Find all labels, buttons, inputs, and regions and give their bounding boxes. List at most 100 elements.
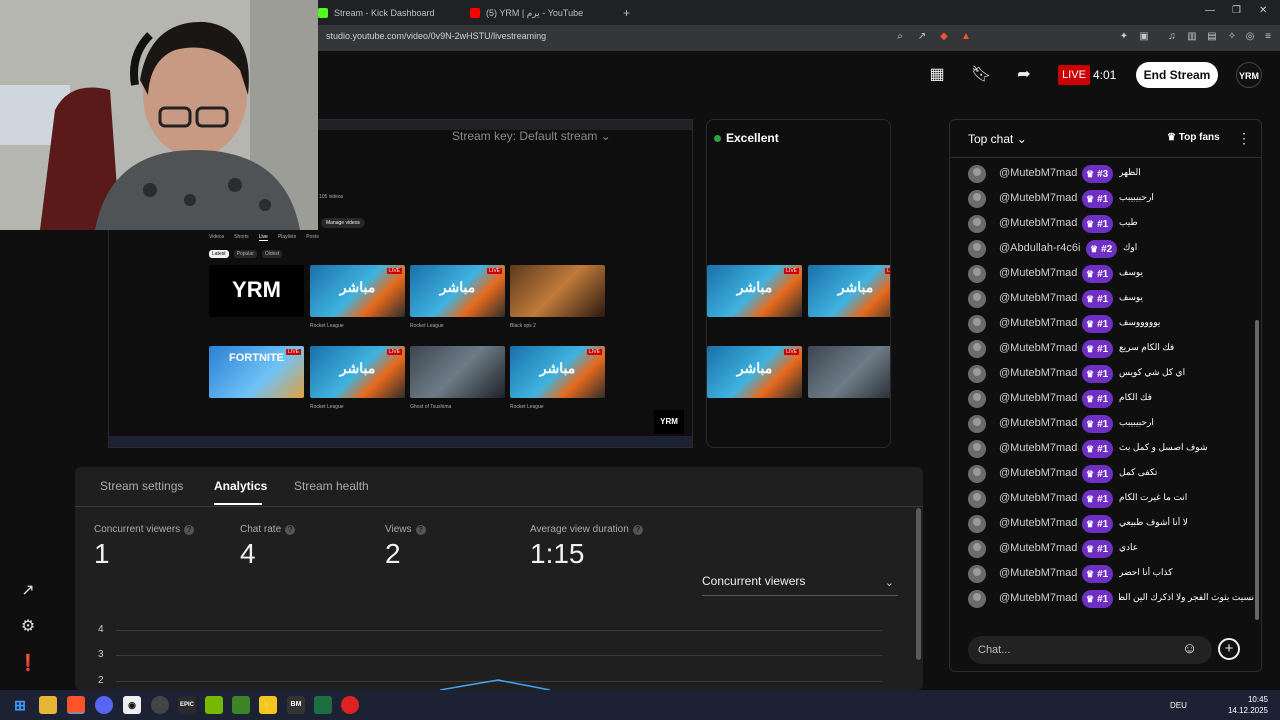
user-avatar[interactable] <box>968 540 986 558</box>
sidebar-icon[interactable]: ▥ <box>1186 31 1198 43</box>
minecraft-icon[interactable] <box>232 696 250 714</box>
chat-message[interactable]: @MutebM7mad ♛ #1 نسيت بثوث الفجر ولا اذكرك … <box>968 587 1258 611</box>
zoom-icon[interactable]: ⌕ <box>894 31 906 43</box>
leo-ai-icon[interactable]: ✧ <box>1226 31 1238 43</box>
file-explorer-icon[interactable] <box>39 696 57 714</box>
chat-message[interactable]: @MutebM7mad ♛ #1 يوسف <box>968 262 1258 286</box>
discord-icon[interactable] <box>95 696 113 714</box>
keyboard-language[interactable]: DEU <box>1170 701 1187 710</box>
emoji-icon[interactable]: ☺ <box>1182 640 1197 657</box>
chat-author[interactable]: @MutebM7mad <box>999 317 1077 329</box>
help-icon[interactable]: ? <box>285 524 296 535</box>
chat-author[interactable]: @MutebM7mad <box>999 167 1077 179</box>
end-stream-button[interactable]: End Stream <box>1136 62 1218 88</box>
user-avatar[interactable] <box>968 390 986 408</box>
help-icon[interactable]: ? <box>415 524 426 535</box>
chat-author[interactable]: @Abdullah-r4c6i <box>999 242 1081 254</box>
music-icon[interactable]: ♫ <box>1166 31 1178 43</box>
settings-gear-icon[interactable]: ⚙ <box>18 617 38 637</box>
chat-message[interactable]: @MutebM7mad ♛ #1 انت ما غيرت الكام <box>968 487 1258 511</box>
chat-author[interactable]: @MutebM7mad <box>999 492 1077 504</box>
user-avatar[interactable] <box>968 440 986 458</box>
maximize-button[interactable]: ❐ <box>1232 5 1241 16</box>
chat-author[interactable]: @MutebM7mad <box>999 367 1077 379</box>
user-avatar[interactable] <box>968 240 986 258</box>
bookmark-icon[interactable]: 🔖︎ <box>971 66 991 84</box>
chat-message[interactable]: @MutebM7mad ♛ #1 فك الكام <box>968 387 1258 411</box>
chat-author[interactable]: @MutebM7mad <box>999 517 1077 529</box>
chat-message[interactable]: @MutebM7mad ♛ #1 شوف اصسل و كمل بث <box>968 437 1258 461</box>
extensions-icon[interactable]: ✦ <box>1118 31 1130 43</box>
tab-stream-settings[interactable]: Stream settings <box>100 479 183 493</box>
user-avatar[interactable] <box>968 265 986 283</box>
chat-scrollbar[interactable] <box>1255 320 1259 620</box>
chat-message[interactable]: @MutebM7mad ♛ #1 ارحبيبيبب <box>968 412 1258 436</box>
chat-author[interactable]: @MutebM7mad <box>999 467 1077 479</box>
user-avatar[interactable] <box>968 315 986 333</box>
minimize-button[interactable]: — <box>1205 5 1215 16</box>
tab-kick-dashboard[interactable]: Stream - Kick Dashboard <box>318 4 435 22</box>
user-avatar[interactable] <box>968 190 986 208</box>
chat-message[interactable]: @MutebM7mad ♛ #1 لا أنا أشوف طبيعي <box>968 512 1258 536</box>
clock-date[interactable]: 14.12.2025 <box>1220 706 1268 715</box>
chat-author[interactable]: @MutebM7mad <box>999 592 1077 604</box>
chat-message[interactable]: @MutebM7mad ♛ #1 عادي <box>968 537 1258 561</box>
user-avatar[interactable] <box>968 590 986 608</box>
add-icon[interactable]: + <box>1218 638 1240 660</box>
chat-message[interactable]: @Abdullah-r4c6i ♛ #2 اوك <box>968 237 1258 261</box>
excel-icon[interactable] <box>314 696 332 714</box>
share-icon[interactable]: ↗ <box>916 31 928 43</box>
brave-rewards-icon[interactable]: ▲ <box>960 31 972 43</box>
windows-start-icon[interactable]: ⊞ <box>11 696 29 714</box>
tab-analytics[interactable]: Analytics <box>214 479 267 493</box>
vpn-icon[interactable]: ◎ <box>1244 31 1256 43</box>
chat-input[interactable]: Chat... <box>968 636 1212 664</box>
panel-scrollbar[interactable] <box>916 508 921 660</box>
clock-time[interactable]: 10:45 <box>1232 695 1268 704</box>
user-avatar[interactable] <box>968 515 986 533</box>
clips-icon[interactable]: ▦ <box>927 66 947 84</box>
chat-message[interactable]: @MutebM7mad ♛ #1 طيب <box>968 212 1258 236</box>
close-window-button[interactable]: ✕ <box>1259 5 1267 16</box>
epic-games-icon[interactable]: EPIC <box>178 696 196 714</box>
steam-icon[interactable] <box>151 696 169 714</box>
chat-message[interactable]: @MutebM7mad ♛ #1 ارحبيبيبب <box>968 187 1258 211</box>
top-fans-button[interactable]: ♛ Top fans <box>1167 132 1220 143</box>
expand-arrow-icon[interactable]: ↗ <box>18 581 38 601</box>
chat-author[interactable]: @MutebM7mad <box>999 542 1077 554</box>
chat-author[interactable]: @MutebM7mad <box>999 292 1077 304</box>
chat-author[interactable]: @MutebM7mad <box>999 217 1077 229</box>
app-icon[interactable]: ⚡ <box>259 696 277 714</box>
more-options-icon[interactable]: ⋮ <box>1237 130 1251 147</box>
chat-message[interactable]: @MutebM7mad ♛ #1 اي كل شي كويس <box>968 362 1258 386</box>
chat-message[interactable]: @MutebM7mad ♛ #1 كذاب أنا احضر <box>968 562 1258 586</box>
chat-author[interactable]: @MutebM7mad <box>999 192 1077 204</box>
chat-message[interactable]: @MutebM7mad ♛ #1 فك الكام سريع <box>968 337 1258 361</box>
feedback-icon[interactable]: ❗ <box>18 654 38 674</box>
tab-youtube[interactable]: (5) YRM | يرم - YouTube <box>470 4 583 22</box>
user-avatar[interactable] <box>968 415 986 433</box>
channel-avatar[interactable]: YRM <box>1236 62 1262 88</box>
user-avatar[interactable] <box>968 165 986 183</box>
user-avatar[interactable] <box>968 215 986 233</box>
recorder-icon[interactable] <box>341 696 359 714</box>
user-avatar[interactable] <box>968 365 986 383</box>
chat-author[interactable]: @MutebM7mad <box>999 417 1077 429</box>
tab-search-icon[interactable]: ▣ <box>1138 31 1150 43</box>
help-icon[interactable]: ? <box>632 524 643 535</box>
stream-key-select[interactable]: Stream key: Default stream ⌄ <box>452 129 611 149</box>
chat-message[interactable]: @MutebM7mad ♛ #1 تكفى كمل <box>968 462 1258 486</box>
wallet-icon[interactable]: ▤ <box>1206 31 1218 43</box>
url-field[interactable]: studio.youtube.com/video/0v9N-2wHSTU/liv… <box>326 31 546 41</box>
user-avatar[interactable] <box>968 490 986 508</box>
obs-icon[interactable]: ◉ <box>123 696 141 714</box>
chat-mode-select[interactable]: Top chat ⌄ <box>968 132 1027 146</box>
help-icon[interactable]: ? <box>184 524 195 535</box>
chat-author[interactable]: @MutebM7mad <box>999 392 1077 404</box>
bm-app-icon[interactable]: BM <box>287 696 305 714</box>
new-tab-button[interactable]: + <box>623 4 630 22</box>
brave-shield-icon[interactable]: ◆ <box>938 31 950 43</box>
user-avatar[interactable] <box>968 290 986 308</box>
chat-author[interactable]: @MutebM7mad <box>999 567 1077 579</box>
metric-dropdown[interactable]: Concurrent viewers ⌄ <box>702 574 898 596</box>
